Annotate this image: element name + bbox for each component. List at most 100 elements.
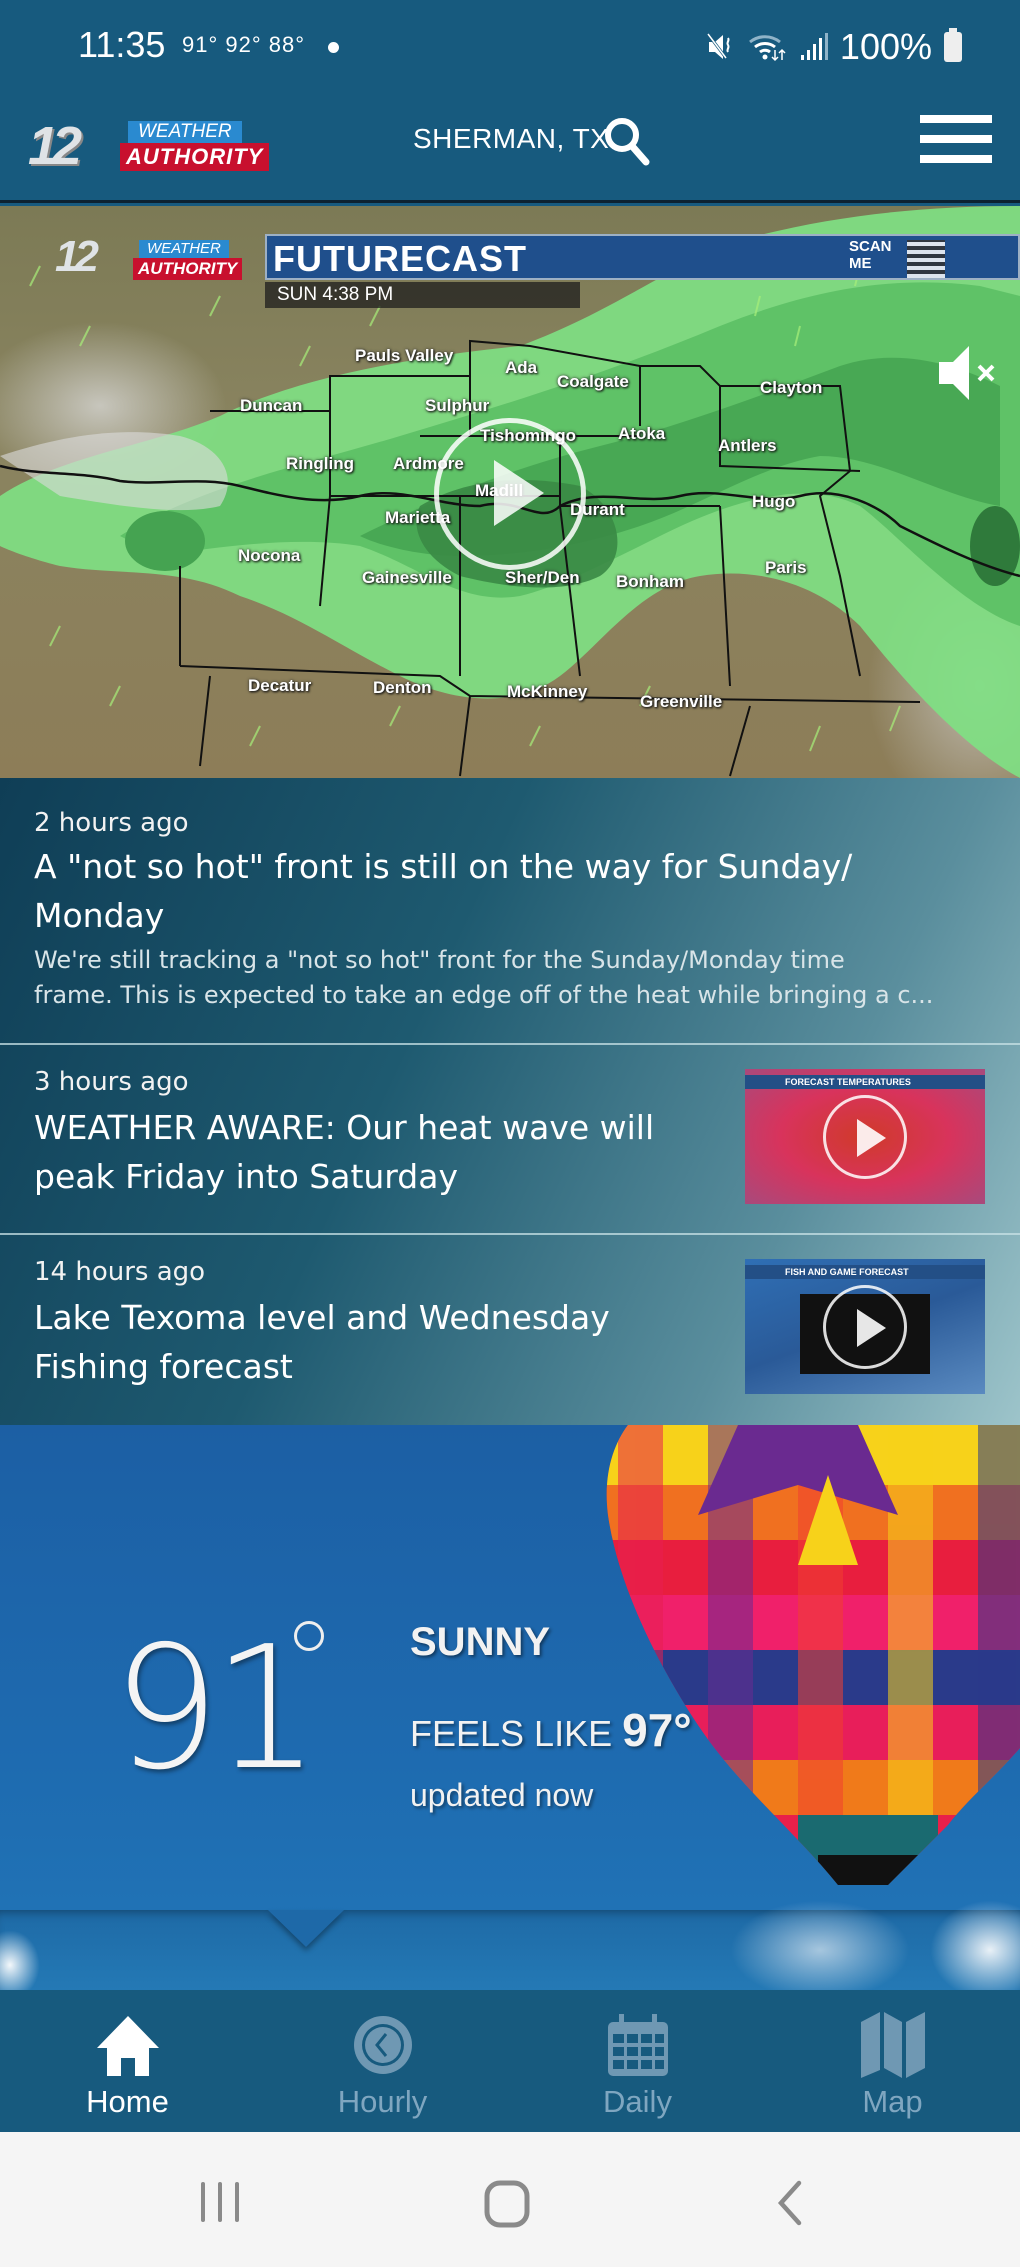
city-label: Duncan bbox=[240, 396, 303, 415]
play-icon[interactable] bbox=[823, 1285, 907, 1369]
video-thumbnail[interactable]: FISH AND GAME FORECAST bbox=[745, 1259, 985, 1394]
home-button[interactable] bbox=[483, 2180, 531, 2232]
feels-like-label: FEELS LIKE bbox=[410, 1713, 613, 1754]
tab-label: Home bbox=[86, 2084, 169, 2119]
map-icon bbox=[860, 2012, 925, 2078]
forecast-strip bbox=[0, 1900, 1020, 1990]
tab-label: Map bbox=[862, 2084, 923, 2119]
search-button[interactable] bbox=[602, 115, 654, 167]
news-headline-line: Monday bbox=[34, 896, 165, 935]
degree-symbol bbox=[294, 1621, 324, 1651]
battery-icon bbox=[944, 28, 962, 62]
city-label: Gainesville bbox=[362, 568, 452, 587]
news-headline-line: Lake Texoma level and Wednesday bbox=[34, 1298, 610, 1337]
news-item[interactable]: 3 hours ago WEATHER AWARE: Our heat wave… bbox=[0, 1045, 1020, 1235]
news-headline-line: WEATHER AWARE: Our heat wave will bbox=[34, 1108, 655, 1147]
search-icon bbox=[605, 118, 650, 166]
tab-home[interactable]: Home bbox=[0, 1990, 255, 2132]
city-label: Bonham bbox=[616, 572, 684, 591]
tab-hourly[interactable]: Hourly bbox=[255, 1990, 510, 2132]
cloud-decoration bbox=[730, 1900, 910, 1990]
news-headline: WEATHER AWARE: Our heat wave will peak F… bbox=[34, 1103, 654, 1201]
news-headline: A "not so hot" front is still on the way… bbox=[34, 842, 852, 940]
city-label: Coalgate bbox=[557, 372, 629, 391]
logo-number: 12 bbox=[55, 232, 99, 281]
futurecast-title: FUTURECAST bbox=[273, 238, 527, 279]
feels-like: FEELS LIKE 97° bbox=[410, 1703, 692, 1757]
futurecast-video[interactable]: 12 WEATHER AUTHORITY FUTURECAST SCAN ME … bbox=[0, 206, 1020, 778]
news-description-line: frame. This is expected to take an edge … bbox=[34, 981, 934, 1009]
home-icon bbox=[96, 2016, 159, 2076]
tab-map[interactable]: Map bbox=[765, 1990, 1020, 2132]
news-headline-line: peak Friday into Saturday bbox=[34, 1157, 458, 1196]
city-label: Atoka bbox=[618, 424, 666, 443]
logo-authority: AUTHORITY bbox=[120, 143, 270, 171]
logo-number: 12 bbox=[28, 116, 82, 176]
app-header: 12 WEATHER AUTHORITY SHERMAN, TX bbox=[0, 95, 1020, 203]
city-label: Clayton bbox=[760, 378, 823, 397]
news-time: 3 hours ago bbox=[34, 1067, 189, 1097]
recent-apps-button[interactable] bbox=[198, 2180, 244, 2228]
logo-authority: AUTHORITY bbox=[133, 258, 243, 280]
futurecast-logo: 12 WEATHER AUTHORITY bbox=[55, 232, 265, 284]
news-list: 2 hours ago A "not so hot" front is stil… bbox=[0, 778, 1020, 1425]
cloud-decoration bbox=[0, 1930, 40, 1990]
futurecast-timestamp: SUN 4:38 PM bbox=[277, 284, 394, 305]
cloud-decoration bbox=[930, 1900, 1020, 1990]
updated-label: updated now bbox=[410, 1777, 594, 1813]
city-label: Paris bbox=[765, 558, 807, 577]
recent-apps-icon bbox=[201, 2182, 239, 2222]
current-conditions[interactable]: 91 SUNNY FEELS LIKE 97° updated now bbox=[0, 1425, 1020, 1990]
city-label: Decatur bbox=[248, 676, 312, 695]
clock: 11:35 bbox=[78, 24, 166, 65]
city-label: Hugo bbox=[752, 492, 796, 511]
current-temperature: 91 bbox=[112, 1610, 320, 1808]
news-item[interactable]: 14 hours ago Lake Texoma level and Wedne… bbox=[0, 1235, 1020, 1425]
news-time: 14 hours ago bbox=[34, 1257, 206, 1287]
home-circle-icon bbox=[484, 2180, 530, 2228]
hamburger-menu-icon[interactable] bbox=[920, 115, 992, 167]
station-logo[interactable]: 12 WEATHER AUTHORITY bbox=[28, 115, 270, 176]
notification-dot-icon bbox=[328, 42, 339, 53]
muted-speaker-icon[interactable] bbox=[935, 338, 1005, 408]
tab-daily[interactable]: Daily bbox=[510, 1990, 765, 2132]
battery-percent: 100% bbox=[839, 26, 932, 67]
scan-me-label: SCAN ME bbox=[849, 238, 892, 272]
futurecast-banner: FUTURECAST SCAN ME bbox=[265, 234, 1020, 280]
system-navigation-bar bbox=[0, 2132, 1020, 2267]
qr-code-icon bbox=[907, 240, 945, 278]
back-button[interactable] bbox=[775, 2180, 805, 2230]
news-description: We're still tracking a "not so hot" fron… bbox=[34, 943, 994, 1013]
city-label: Ringling bbox=[286, 454, 354, 473]
news-headline-line: A "not so hot" front is still on the way… bbox=[34, 847, 853, 886]
tab-label: Daily bbox=[603, 2084, 672, 2119]
play-icon[interactable] bbox=[434, 418, 586, 570]
location-label[interactable]: SHERMAN, TX bbox=[413, 119, 609, 159]
city-label: Greenville bbox=[640, 692, 723, 711]
news-item[interactable]: 2 hours ago A "not so hot" front is stil… bbox=[0, 778, 1020, 1045]
play-icon[interactable] bbox=[823, 1095, 907, 1179]
city-label: Ada bbox=[505, 358, 538, 377]
status-bar: 11:35 91° 92° 88° 100% bbox=[0, 0, 1020, 95]
logo-weather: WEATHER bbox=[128, 121, 242, 143]
news-time: 2 hours ago bbox=[34, 808, 189, 838]
thumbnail-caption: FISH AND GAME FORECAST bbox=[745, 1265, 985, 1279]
city-label: Denton bbox=[373, 678, 432, 697]
signal-icon bbox=[800, 33, 828, 60]
tab-label: Hourly bbox=[337, 2084, 428, 2119]
calendar-icon bbox=[607, 2014, 668, 2076]
city-label: Sher/Den bbox=[505, 568, 580, 587]
logo-weather: WEATHER bbox=[139, 240, 229, 258]
temperature-notifications: 91° 92° 88° bbox=[182, 32, 306, 57]
mute-vibrate-icon bbox=[706, 33, 730, 59]
news-description-line: We're still tracking a "not so hot" fron… bbox=[34, 946, 845, 974]
city-label: McKinney bbox=[507, 682, 588, 701]
current-condition: SUNNY bbox=[410, 1620, 551, 1664]
video-thumbnail[interactable]: FORECAST TEMPERATURES bbox=[745, 1069, 985, 1204]
news-headline-line: Fishing forecast bbox=[34, 1347, 293, 1386]
bottom-navigation: Home Hourly Daily Map bbox=[0, 1990, 1020, 2132]
hot-air-balloon-image bbox=[606, 1425, 1020, 1885]
futurecast-time: SUN 4:38 PM bbox=[265, 282, 580, 308]
clock-icon bbox=[353, 2016, 412, 2074]
feels-like-value: 97° bbox=[622, 1704, 692, 1756]
